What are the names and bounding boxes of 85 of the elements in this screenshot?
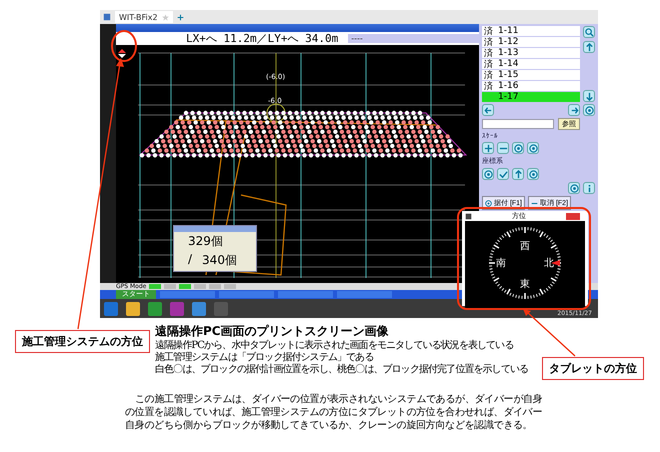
refresh-button[interactable]: [527, 168, 539, 180]
circle-icon: [584, 106, 594, 114]
star-icon: [162, 14, 169, 20]
left-icon: [484, 106, 492, 114]
caption-title: 遠隔操作PC画面のプリントスクリーン画像: [155, 323, 390, 340]
circle-icon: [528, 144, 538, 152]
direction-label: 北: [544, 258, 554, 269]
highlight-circle: [111, 30, 137, 62]
position-readout: LX+へ 11.2m／LY+へ 34.0m: [186, 32, 338, 45]
reference-field[interactable]: [482, 119, 554, 129]
block-id: 1-17: [498, 92, 518, 102]
locate-button[interactable]: [568, 182, 580, 194]
origin-button[interactable]: [482, 168, 494, 180]
status-indicator: [224, 284, 236, 289]
block-id: 1-15: [498, 70, 518, 80]
status-indicator: [179, 284, 192, 289]
tab-title: WIT-BFix2: [119, 12, 158, 22]
taskbar-app-icon[interactable]: [148, 302, 162, 316]
block-list-item[interactable]: 1-17: [482, 92, 580, 102]
block-list-item[interactable]: 済 1-13: [482, 48, 580, 58]
done-mark: 済: [484, 36, 494, 48]
status-indicator: [194, 284, 206, 289]
caption-line: 遠隔操作PCから、水中タブレットに表示された画面をモニタしている状況を表している: [155, 340, 514, 352]
plus-icon: [484, 144, 492, 152]
direction-label: 西: [520, 241, 530, 252]
done-mark: 済: [484, 70, 494, 82]
info-button[interactable]: [583, 182, 595, 194]
browser-tab[interactable]: WIT-BFix2: [115, 11, 173, 23]
right-icon: [570, 106, 578, 114]
zoom-in-button[interactable]: [482, 142, 494, 154]
next-button[interactable]: [568, 104, 580, 116]
app-icon: [465, 212, 472, 220]
count-separator: /: [188, 252, 192, 268]
block-list-item[interactable]: 済 1-16: [482, 81, 580, 91]
block-id: 1-16: [498, 81, 518, 91]
check-button[interactable]: [497, 168, 509, 180]
scroll-down-button[interactable]: [583, 90, 595, 102]
block-list-item[interactable]: 済 1-12: [482, 37, 580, 47]
readout-field: ----: [348, 34, 479, 43]
circle-icon: [485, 200, 492, 206]
scroll-up-button[interactable]: [583, 41, 595, 53]
done-mark: 済: [484, 48, 494, 60]
caption-line: 白色〇は、ブロックの据付計画位置を示し、桃色〇は、ブロック据付完了位置を示している: [155, 364, 528, 376]
check-icon: [498, 170, 508, 178]
block-id: 1-14: [498, 59, 518, 69]
close-button[interactable]: [566, 212, 580, 220]
status-indicator: [209, 284, 222, 289]
block-id: 1-12: [498, 37, 518, 47]
placed-count: 329個: [187, 233, 224, 250]
block-list-item[interactable]: 済 1-14: [482, 59, 580, 69]
circle-icon: [514, 144, 522, 152]
callout-label: 施工管理システムの方位: [15, 330, 150, 353]
callout-label: タブレットの方位: [542, 357, 644, 380]
down-icon: [584, 92, 594, 100]
done-mark: 済: [484, 58, 494, 70]
search-button[interactable]: [583, 26, 595, 38]
taskbar-app-icon[interactable]: [126, 302, 140, 316]
status-indicator: [149, 284, 162, 289]
circle-icon: [528, 170, 538, 178]
fit-button[interactable]: [512, 142, 524, 154]
done-mark: 済: [484, 26, 494, 38]
search-icon: [584, 28, 594, 36]
zoom-out-button[interactable]: [497, 142, 509, 154]
direction-marker-icon: [118, 49, 126, 58]
done-mark: 済: [484, 80, 494, 92]
rotate-button[interactable]: [527, 142, 539, 154]
block-id: 1-11: [498, 26, 518, 36]
north-button[interactable]: [512, 168, 524, 180]
caption-line: 施工管理システムは「ブロック据付システム」である: [155, 352, 374, 364]
total-count: 340個: [202, 252, 237, 269]
block-list-item[interactable]: 済 1-15: [482, 70, 580, 80]
up-icon: [584, 42, 594, 52]
app-icon: [103, 13, 111, 21]
circle-icon: [484, 170, 492, 178]
previous-button[interactable]: [482, 104, 494, 116]
taskbar-app-icon[interactable]: [192, 302, 206, 316]
block-id: 1-13: [498, 48, 518, 58]
status-indicator: [164, 284, 176, 289]
block-list-item[interactable]: 済 1-11: [482, 26, 580, 36]
circle-icon: [570, 184, 578, 192]
direction-label: 南: [496, 258, 506, 269]
plus-icon: [176, 14, 184, 20]
direction-label: 東: [520, 279, 530, 290]
up-icon: [514, 170, 522, 178]
description-paragraph: この施工管理システムは、ダイバーの位置が表示されないシステムであるが、ダイバーが自身の位置を認識していれば、施工管理システムの方位にタブレットの方位を合わせれば、ダイバー自身のどちら側からブロックが移動してきているか、クレーンの旋回方向などを認識できる。: [125, 393, 544, 432]
